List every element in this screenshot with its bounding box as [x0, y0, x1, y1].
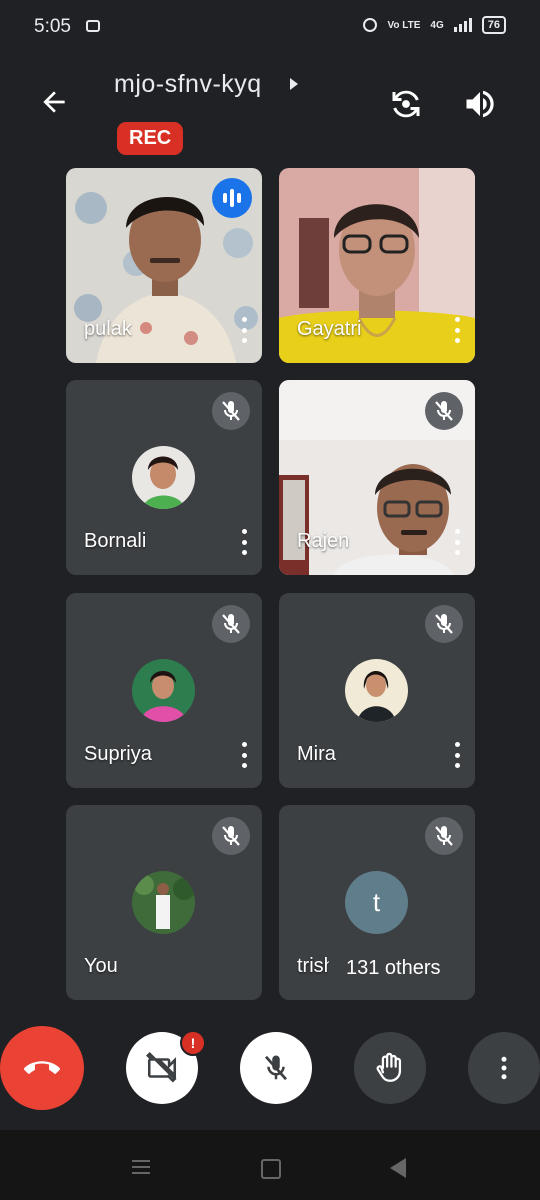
volte-indicator: Vo LTE: [387, 19, 421, 31]
participant-name: You: [84, 955, 118, 977]
mic-off-icon: [212, 605, 250, 643]
recording-badge: REC: [117, 122, 184, 155]
status-icons: Vo LTE 4G 76: [363, 16, 506, 34]
mic-off-icon: [425, 817, 463, 855]
participant-name: Gayatri: [297, 318, 362, 340]
avatar: [132, 659, 195, 722]
avatar: [345, 659, 408, 722]
participant-tile-mira[interactable]: Mira: [279, 593, 475, 788]
mic-off-icon: [212, 817, 250, 855]
flip-camera-icon[interactable]: [388, 86, 424, 122]
end-call-icon: [24, 1061, 60, 1074]
more-vert-icon[interactable]: [455, 529, 461, 555]
avatar: [132, 446, 195, 509]
system-navigation-bar: [0, 1130, 540, 1200]
participant-name: Rajen: [297, 530, 350, 552]
participant-name: Mira: [297, 743, 336, 765]
speaking-indicator-icon: [212, 178, 252, 218]
speaker-icon[interactable]: [462, 86, 498, 122]
more-vert-icon[interactable]: [455, 742, 461, 768]
participant-name: Bornali: [84, 530, 147, 552]
alarm-icon: [363, 18, 378, 32]
avatar: [132, 871, 195, 934]
mic-off-icon: [264, 1055, 288, 1081]
home-icon[interactable]: [261, 1159, 281, 1179]
others-chip[interactable]: 131 others: [328, 944, 459, 993]
recent-apps-icon[interactable]: [132, 1160, 150, 1178]
meeting-info-caret-icon[interactable]: [290, 78, 298, 90]
mic-toggle-button[interactable]: [240, 1032, 312, 1104]
hand-raise-icon: [376, 1052, 402, 1082]
more-vert-icon[interactable]: [242, 529, 248, 555]
network-type: 4G: [430, 19, 444, 31]
mic-off-icon: [425, 392, 463, 430]
status-time: 5:05: [34, 16, 71, 37]
meeting-header: mjo-sfnv-kyq REC: [0, 56, 540, 166]
more-options-button[interactable]: [468, 1032, 540, 1104]
camera-alert-badge: !: [180, 1030, 206, 1056]
participant-tile-pulak[interactable]: pulak: [66, 168, 262, 363]
avatar: t: [345, 871, 408, 934]
back-arrow-icon[interactable]: [38, 86, 70, 118]
participant-tile-gayatri[interactable]: Gayatri: [279, 168, 475, 363]
participant-tile-supriya[interactable]: Supriya: [66, 593, 262, 788]
system-back-icon[interactable]: [390, 1158, 406, 1178]
more-vert-icon[interactable]: [242, 742, 248, 768]
camera-off-icon: [146, 1052, 177, 1083]
participant-tile-you[interactable]: You: [66, 805, 262, 1000]
more-vert-icon[interactable]: [242, 317, 248, 343]
mic-off-icon: [212, 392, 250, 430]
camera-status-icon: [86, 20, 100, 32]
end-call-button[interactable]: [0, 1026, 84, 1110]
status-bar: 5:05 Vo LTE 4G 76: [0, 0, 540, 52]
more-vert-icon: [501, 1056, 507, 1080]
participant-tile-bornali[interactable]: Bornali: [66, 380, 262, 575]
battery-indicator: 76: [481, 16, 506, 34]
meeting-code[interactable]: mjo-sfnv-kyq: [114, 70, 262, 99]
participant-name: pulak: [84, 318, 132, 340]
raise-hand-button[interactable]: [354, 1032, 426, 1104]
more-vert-icon[interactable]: [455, 317, 461, 343]
mic-off-icon: [425, 605, 463, 643]
signal-icon: [453, 18, 472, 32]
participant-tile-rajen[interactable]: Rajen: [279, 380, 475, 575]
participant-name: Supriya: [84, 743, 152, 765]
